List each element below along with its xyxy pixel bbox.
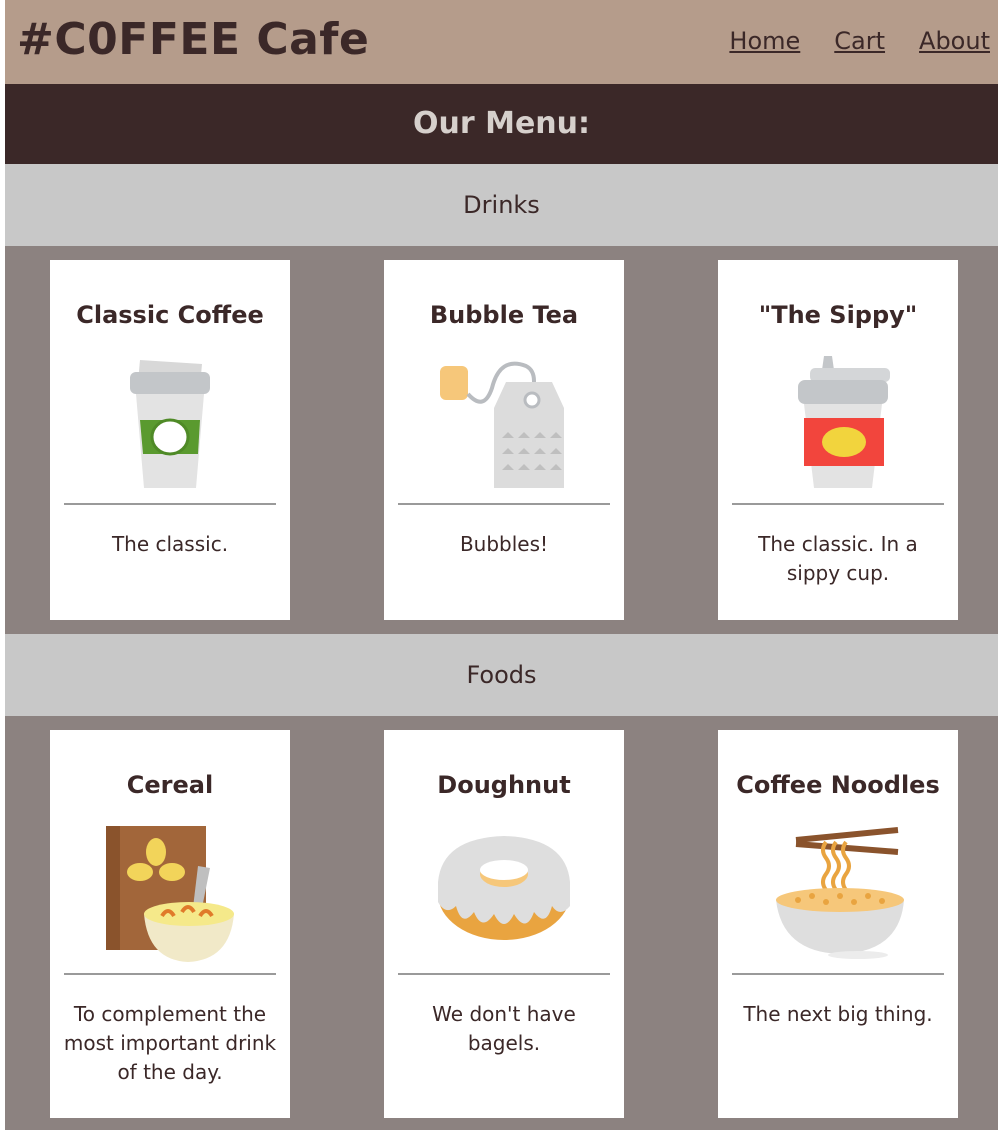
nav-about-link[interactable]: About [919, 26, 990, 56]
menu-banner: Our Menu: [5, 84, 998, 164]
card-title: "The Sippy" [758, 301, 918, 329]
menu-card-bubble-tea[interactable]: Bubble Tea Bubbles! [384, 260, 624, 620]
card-title: Cereal [126, 771, 214, 799]
card-title: Doughnut [437, 771, 571, 799]
site-header: #C0FFEE Cafe Home Cart About [5, 0, 998, 84]
card-divider [398, 503, 610, 505]
card-description: The next big thing. [743, 1002, 933, 1026]
nav-home-link[interactable]: Home [729, 26, 800, 56]
main-nav: Home Cart About [729, 26, 990, 56]
card-title: Coffee Noodles [736, 771, 940, 799]
section-drinks-title: Drinks [5, 164, 998, 246]
coffee-cup-icon [130, 360, 210, 488]
site-brand[interactable]: #C0FFEE Cafe [17, 14, 369, 66]
menu-card-the-sippy[interactable]: "The Sippy" The classic. In a sippy cup. [718, 260, 958, 620]
cereal-icon [106, 826, 234, 962]
page-left-edge [0, 0, 5, 1130]
nav-cart-link[interactable]: Cart [834, 26, 885, 56]
tea-bag-icon [440, 361, 564, 488]
menu-card-coffee-noodles[interactable]: Coffee Noodles The next big thing. [718, 730, 958, 1118]
card-description: The classic. [111, 532, 229, 556]
doughnut-icon [438, 836, 570, 940]
card-description: We don't have bagels. [432, 1002, 576, 1055]
card-title: Bubble Tea [429, 301, 579, 329]
menu-card-cereal[interactable]: Cereal To complement the most important … [50, 730, 290, 1118]
card-title: Classic Coffee [76, 301, 264, 329]
card-divider [64, 503, 276, 505]
section-foods-title: Foods [5, 634, 998, 716]
noodles-icon [776, 827, 904, 959]
card-divider [732, 973, 944, 975]
card-divider [64, 973, 276, 975]
menu-card-classic-coffee[interactable]: Classic Coffee The classic. [50, 260, 290, 620]
card-divider [732, 503, 944, 505]
card-description: Bubbles! [459, 532, 549, 556]
sippy-cup-icon [798, 356, 890, 488]
card-description: To complement the most important drink o… [63, 1002, 277, 1084]
card-divider [398, 973, 610, 975]
card-description: The classic. In a sippy cup. [758, 532, 918, 585]
menu-card-doughnut[interactable]: Doughnut We don't have bagels. [384, 730, 624, 1118]
